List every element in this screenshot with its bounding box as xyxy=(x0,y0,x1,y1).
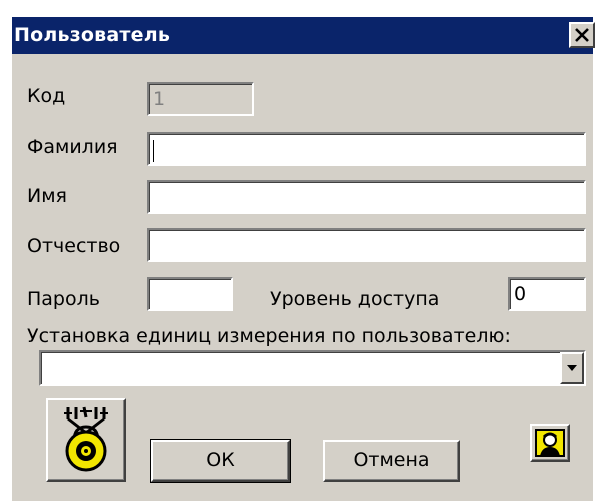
password-input[interactable] xyxy=(147,277,233,311)
patronymic-input[interactable] xyxy=(147,228,586,262)
access-level-input[interactable]: 0 xyxy=(508,277,586,311)
cancel-button[interactable]: Отмена xyxy=(323,440,460,482)
last-name-label: Фамилия xyxy=(27,136,118,158)
ok-label: ОК xyxy=(206,449,235,471)
code-label: Код xyxy=(27,85,66,107)
title-bar[interactable]: Пользователь xyxy=(12,17,595,54)
close-icon xyxy=(575,28,589,42)
lock-button[interactable] xyxy=(46,398,126,482)
units-dropdown-button[interactable] xyxy=(560,352,584,384)
access-level-value: 0 xyxy=(514,283,527,305)
close-button[interactable] xyxy=(569,22,595,48)
last-name-input[interactable] xyxy=(147,132,586,166)
units-label: Установка единиц измерения по пользовате… xyxy=(27,325,511,347)
ok-button[interactable]: ОК xyxy=(150,439,291,483)
cancel-label: Отмена xyxy=(353,449,430,471)
user-portrait-icon xyxy=(535,429,565,457)
code-field: 1 xyxy=(147,82,254,116)
first-name-input[interactable] xyxy=(147,180,586,214)
window-title: Пользователь xyxy=(14,24,171,46)
screen: Пользователь Код 1 Фамилия Имя Отчество xyxy=(0,0,600,501)
chevron-down-icon xyxy=(567,365,577,371)
lock-chains-icon xyxy=(64,406,108,472)
first-name-label: Имя xyxy=(27,185,67,207)
password-label: Пароль xyxy=(27,288,100,310)
units-select[interactable] xyxy=(39,350,586,386)
access-level-label: Уровень доступа xyxy=(270,288,440,310)
user-dialog: Пользователь Код 1 Фамилия Имя Отчество xyxy=(10,15,595,501)
text-caret xyxy=(153,140,154,162)
user-button[interactable] xyxy=(530,424,570,462)
code-value: 1 xyxy=(153,88,166,110)
patronymic-label: Отчество xyxy=(27,235,121,257)
